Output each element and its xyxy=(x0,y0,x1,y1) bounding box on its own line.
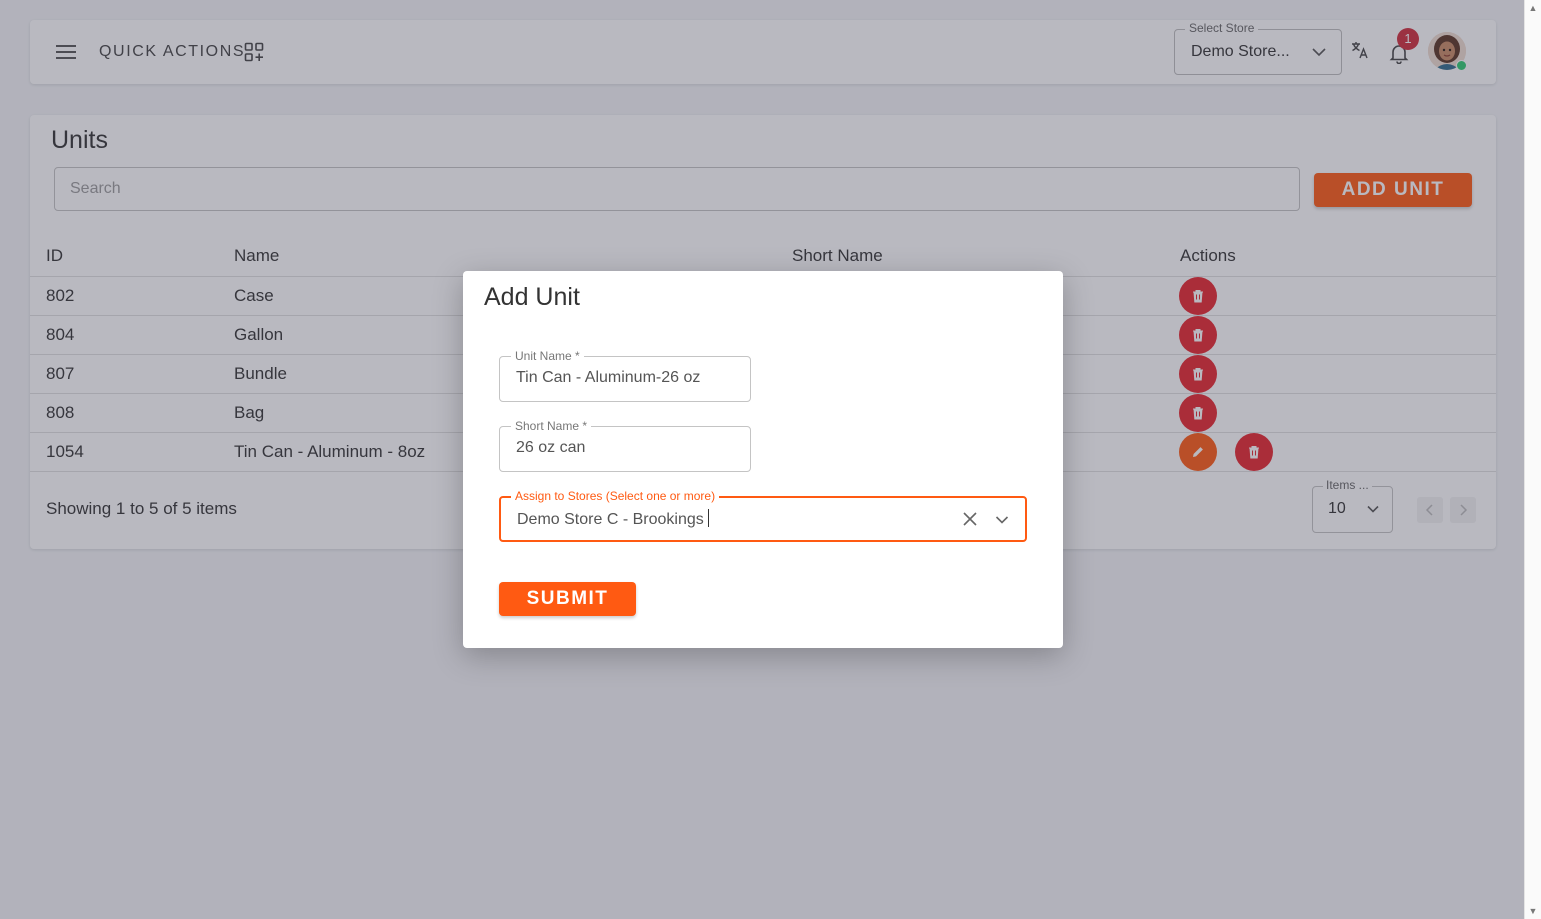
dialog-title: Add Unit xyxy=(484,283,580,311)
app: QUICK ACTIONS Select Store Demo Store...… xyxy=(0,0,1525,919)
short-name-label: Short Name * xyxy=(511,419,592,433)
assign-stores-value: Demo Store C - Brookings xyxy=(517,509,709,529)
close-icon[interactable] xyxy=(963,512,977,526)
unit-name-field[interactable]: Unit Name * Tin Can - Aluminum-26 oz xyxy=(499,349,751,402)
selected-store-text: Demo Store C - Brookings xyxy=(517,511,704,528)
assign-stores-label: Assign to Stores (Select one or more) xyxy=(511,489,720,503)
unit-name-value: Tin Can - Aluminum-26 oz xyxy=(516,369,701,386)
submit-button[interactable]: SUBMIT xyxy=(499,582,636,616)
vertical-scrollbar[interactable]: ▲ ▼ xyxy=(1524,0,1541,919)
short-name-field[interactable]: Short Name * 26 oz can xyxy=(499,419,751,472)
assign-stores-field[interactable]: Assign to Stores (Select one or more) De… xyxy=(499,489,1027,542)
scroll-down-arrow[interactable]: ▼ xyxy=(1525,903,1541,919)
unit-name-label: Unit Name * xyxy=(511,349,584,363)
text-caret xyxy=(707,509,709,527)
add-unit-dialog: Add Unit Unit Name * Tin Can - Aluminum-… xyxy=(463,271,1063,648)
short-name-value: 26 oz can xyxy=(516,439,586,456)
scroll-up-arrow[interactable]: ▲ xyxy=(1525,0,1541,16)
chevron-down-icon[interactable] xyxy=(995,513,1009,527)
